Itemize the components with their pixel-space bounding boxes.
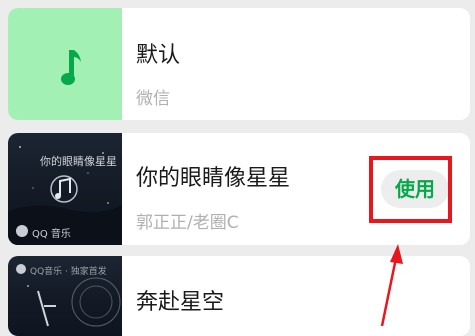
ringtone-subtitle: 郭正正/老圈C <box>136 213 239 233</box>
ringtone-title: 你的眼睛像星星 <box>136 166 291 191</box>
default-cover <box>8 8 122 120</box>
ringtone-item-default[interactable]: 默认 微信 <box>8 8 470 120</box>
cover-caption: QQ 音乐 <box>32 229 71 240</box>
ringtone-title: 奔赴星空 <box>136 290 225 315</box>
qq-music-logo <box>16 225 28 237</box>
ringtone-subtitle: 微信 <box>136 89 170 109</box>
ringtone-title: 默认 <box>136 43 181 68</box>
music-note-icon <box>61 50 81 85</box>
ringtone-item-song[interactable]: QQ音乐 · 独家首发 奔赴星空 <box>8 256 470 336</box>
cover-art-text: 你的眼睛像星星 <box>40 155 117 168</box>
qq-music-logo <box>16 264 26 274</box>
album-cover: QQ音乐 · 独家首发 <box>8 256 122 336</box>
annotation-highlight-box <box>369 156 452 223</box>
cover-caption: QQ音乐 · 独家首发 <box>30 267 107 277</box>
album-cover: 你的眼睛像星星 QQ 音乐 <box>8 133 122 245</box>
